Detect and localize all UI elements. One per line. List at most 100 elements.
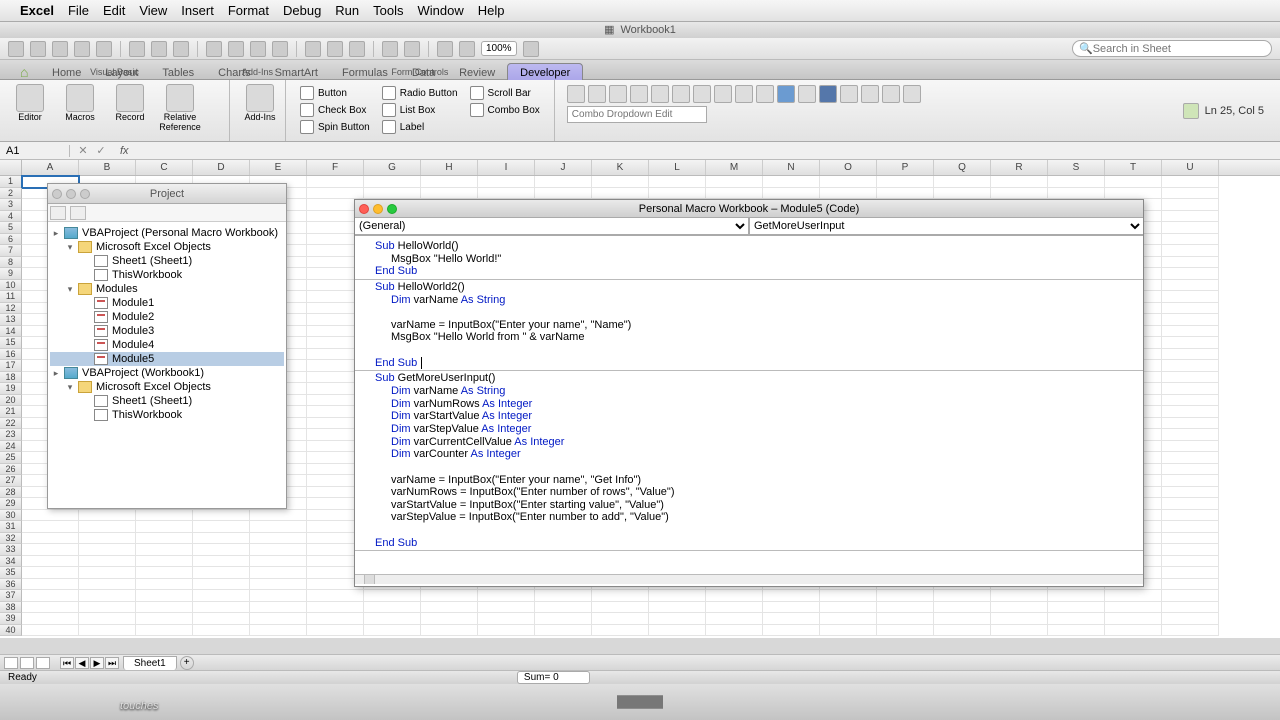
cell[interactable]	[478, 625, 535, 637]
cell[interactable]	[1048, 625, 1105, 637]
cell[interactable]	[136, 521, 193, 533]
undo-icon[interactable]	[735, 85, 753, 103]
code-line[interactable]: End Sub	[375, 265, 1143, 278]
cell[interactable]	[193, 521, 250, 533]
cell[interactable]	[991, 590, 1048, 602]
col-header[interactable]: A	[22, 160, 79, 175]
zoom-icon[interactable]	[387, 204, 397, 214]
tree-node[interactable]: Sheet1 (Sheet1)	[50, 254, 284, 268]
cell[interactable]	[1162, 176, 1219, 188]
cell[interactable]	[79, 590, 136, 602]
cell[interactable]	[79, 533, 136, 545]
cell[interactable]	[535, 625, 592, 637]
cell[interactable]	[706, 188, 763, 200]
close-icon[interactable]	[359, 204, 369, 214]
cell[interactable]	[79, 567, 136, 579]
layout-view-icon[interactable]	[20, 657, 34, 669]
cell[interactable]	[250, 613, 307, 625]
procedure-dropdown[interactable]: GetMoreUserInput	[749, 218, 1143, 235]
cell[interactable]	[79, 521, 136, 533]
cell[interactable]	[364, 602, 421, 614]
tree-node[interactable]: Module3	[50, 324, 284, 338]
toolbar-icon[interactable]	[129, 41, 145, 57]
cell[interactable]	[1048, 188, 1105, 200]
tree-node[interactable]: ▸VBAProject (Workbook1)	[50, 366, 284, 380]
code-line[interactable]: varNumRows = InputBox("Enter number of r…	[375, 486, 1143, 499]
col-header[interactable]: N	[763, 160, 820, 175]
last-sheet-icon[interactable]: ⏭	[105, 657, 119, 669]
cell[interactable]	[250, 510, 307, 522]
cell[interactable]	[421, 625, 478, 637]
col-header[interactable]: K	[592, 160, 649, 175]
vbe-icon[interactable]	[882, 85, 900, 103]
cell[interactable]	[307, 188, 364, 200]
cell[interactable]	[22, 533, 79, 545]
toolbar-icon[interactable]	[250, 41, 266, 57]
cell[interactable]	[1048, 176, 1105, 188]
code-titlebar[interactable]: Personal Macro Workbook – Module5 (Code)	[355, 200, 1143, 218]
cell[interactable]	[1162, 349, 1219, 361]
combo-control[interactable]: Combo Box	[470, 103, 540, 117]
vbe-icon[interactable]	[567, 85, 585, 103]
cell[interactable]	[934, 188, 991, 200]
cell[interactable]	[136, 602, 193, 614]
menu-window[interactable]: Window	[418, 3, 464, 18]
editor-button[interactable]: Editor	[6, 82, 54, 135]
find-icon[interactable]	[714, 85, 732, 103]
toolbar-icon[interactable]	[96, 41, 112, 57]
col-header[interactable]: M	[706, 160, 763, 175]
cell[interactable]	[79, 579, 136, 591]
row-header[interactable]: 9	[0, 268, 22, 280]
cell[interactable]	[1162, 337, 1219, 349]
tree-node[interactable]: Module2	[50, 310, 284, 324]
tree-node[interactable]: ▸VBAProject (Personal Macro Workbook)	[50, 226, 284, 240]
cell[interactable]	[478, 602, 535, 614]
cell[interactable]	[22, 590, 79, 602]
row-header[interactable]: 5	[0, 222, 22, 234]
cell[interactable]	[592, 613, 649, 625]
cell[interactable]	[1162, 326, 1219, 338]
cell[interactable]	[1162, 360, 1219, 372]
cell[interactable]	[820, 188, 877, 200]
cell[interactable]	[1162, 556, 1219, 568]
cell[interactable]	[934, 602, 991, 614]
col-header[interactable]: J	[535, 160, 592, 175]
cell[interactable]	[1162, 280, 1219, 292]
object-dropdown[interactable]: (General)	[355, 218, 749, 235]
col-header[interactable]: O	[820, 160, 877, 175]
cell[interactable]	[592, 602, 649, 614]
code-line[interactable]: varStartValue = InputBox("Enter starting…	[375, 499, 1143, 512]
project-titlebar[interactable]: Project	[48, 184, 286, 204]
cell[interactable]	[649, 602, 706, 614]
row-header[interactable]: 16	[0, 349, 22, 361]
row-header[interactable]: 34	[0, 556, 22, 568]
cell[interactable]	[193, 556, 250, 568]
col-header[interactable]: H	[421, 160, 478, 175]
vbe-icon[interactable]	[861, 85, 879, 103]
label-control[interactable]: Label	[382, 120, 458, 134]
cell[interactable]	[250, 556, 307, 568]
cell[interactable]	[1162, 199, 1219, 211]
cell[interactable]	[22, 602, 79, 614]
row-header[interactable]: 29	[0, 498, 22, 510]
cell[interactable]	[763, 176, 820, 188]
cell[interactable]	[592, 625, 649, 637]
cell[interactable]	[1105, 625, 1162, 637]
row-header[interactable]: 7	[0, 245, 22, 257]
cell[interactable]	[79, 556, 136, 568]
cell[interactable]	[934, 613, 991, 625]
cell[interactable]	[763, 602, 820, 614]
cell[interactable]	[22, 579, 79, 591]
menu-tools[interactable]: Tools	[373, 3, 403, 18]
cell[interactable]	[706, 613, 763, 625]
cell[interactable]	[820, 613, 877, 625]
search-input[interactable]	[1093, 43, 1253, 55]
toolbar-icon[interactable]	[349, 41, 365, 57]
cell[interactable]	[934, 625, 991, 637]
cell[interactable]	[1162, 590, 1219, 602]
cell[interactable]	[193, 613, 250, 625]
col-header[interactable]: G	[364, 160, 421, 175]
cell[interactable]	[136, 567, 193, 579]
normal-view-icon[interactable]	[4, 657, 18, 669]
code-line[interactable]: Dim varName As String	[375, 294, 1143, 307]
